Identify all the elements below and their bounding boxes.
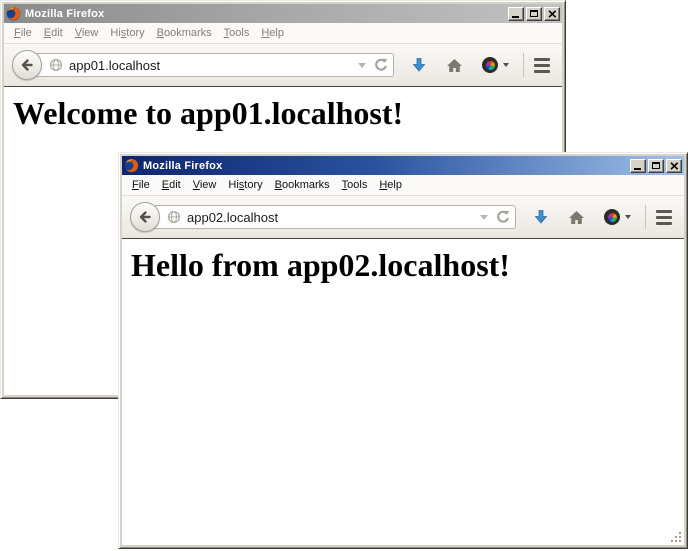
download-icon: [411, 57, 427, 73]
menu-bar: File Edit View History Bookmarks Tools H…: [4, 23, 562, 43]
menu-tools[interactable]: Tools: [218, 25, 256, 41]
back-button[interactable]: [12, 50, 42, 80]
url-bar[interactable]: app02.localhost: [153, 205, 516, 229]
url-bar[interactable]: app01.localhost: [35, 53, 394, 77]
reload-icon[interactable]: [495, 210, 510, 225]
menu-bookmarks[interactable]: Bookmarks: [269, 177, 336, 193]
url-text: app02.localhost: [187, 210, 478, 225]
download-button[interactable]: [533, 209, 549, 225]
home-button[interactable]: [568, 210, 585, 225]
minimize-icon: [634, 168, 641, 170]
page-heading: Hello from app02.localhost!: [131, 247, 684, 284]
menu-history[interactable]: History: [222, 177, 268, 193]
titlebar[interactable]: Mozilla Firefox: [122, 156, 684, 175]
window-title: Mozilla Firefox: [143, 160, 628, 172]
menu-history[interactable]: History: [104, 25, 150, 41]
navigation-toolbar: app02.localhost: [122, 195, 684, 239]
chevron-down-icon: [625, 215, 631, 219]
download-icon: [533, 209, 549, 225]
firefox-icon[interactable]: [124, 158, 139, 173]
home-icon: [446, 58, 463, 73]
maximize-icon: [652, 162, 660, 169]
menu-tools[interactable]: Tools: [336, 177, 374, 193]
firefox-icon[interactable]: [6, 6, 21, 21]
minimize-button[interactable]: [508, 7, 524, 21]
menu-hamburger-icon: [656, 210, 672, 213]
home-button[interactable]: [446, 58, 463, 73]
minimize-button[interactable]: [630, 159, 646, 173]
firefox-window-app02: Mozilla Firefox File Edit View History B…: [118, 152, 688, 549]
maximize-icon: [530, 10, 538, 17]
menu-edit[interactable]: Edit: [156, 177, 187, 193]
page-heading: Welcome to app01.localhost!: [13, 95, 562, 132]
reload-icon[interactable]: [373, 58, 388, 73]
maximize-button[interactable]: [526, 7, 542, 21]
url-text: app01.localhost: [69, 58, 356, 73]
urlbar-dropdown-icon[interactable]: [358, 63, 366, 68]
toolbar-separator: [645, 205, 646, 229]
menu-bar: File Edit View History Bookmarks Tools H…: [122, 175, 684, 195]
menu-help[interactable]: Help: [373, 177, 408, 193]
close-button[interactable]: [544, 7, 560, 21]
menu-file[interactable]: File: [126, 177, 156, 193]
chevron-down-icon: [503, 63, 509, 67]
back-arrow-icon: [137, 209, 153, 225]
minimize-icon: [512, 16, 519, 18]
menu-bookmarks[interactable]: Bookmarks: [151, 25, 218, 41]
menu-view[interactable]: View: [187, 177, 223, 193]
resize-grip[interactable]: [670, 531, 683, 544]
colorwheel-button[interactable]: [604, 209, 631, 225]
window-title: Mozilla Firefox: [25, 8, 506, 20]
back-button[interactable]: [130, 202, 160, 232]
colorwheel-button[interactable]: [482, 57, 509, 73]
close-icon: [548, 10, 557, 18]
menu-view[interactable]: View: [69, 25, 105, 41]
colorwheel-icon: [604, 209, 620, 225]
page-content: Hello from app02.localhost!: [122, 239, 684, 545]
menu-file[interactable]: File: [8, 25, 38, 41]
navigation-toolbar: app01.localhost: [4, 43, 562, 87]
download-button[interactable]: [411, 57, 427, 73]
menu-edit[interactable]: Edit: [38, 25, 69, 41]
urlbar-dropdown-icon[interactable]: [480, 215, 488, 220]
globe-icon[interactable]: [49, 58, 63, 72]
maximize-button[interactable]: [648, 159, 664, 173]
colorwheel-icon: [482, 57, 498, 73]
menu-button[interactable]: [534, 58, 550, 73]
globe-icon[interactable]: [167, 210, 181, 224]
close-button[interactable]: [666, 159, 682, 173]
menu-hamburger-icon: [534, 58, 550, 61]
toolbar-separator: [523, 53, 524, 77]
close-icon: [670, 162, 679, 170]
back-arrow-icon: [19, 57, 35, 73]
titlebar[interactable]: Mozilla Firefox: [4, 4, 562, 23]
home-icon: [568, 210, 585, 225]
menu-help[interactable]: Help: [255, 25, 290, 41]
menu-button[interactable]: [656, 210, 672, 225]
